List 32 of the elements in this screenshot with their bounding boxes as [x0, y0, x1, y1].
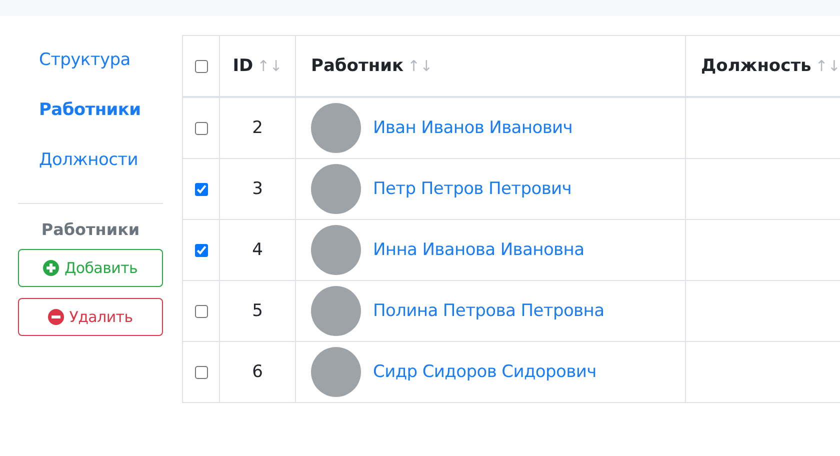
- nav-link[interactable]: Должности: [18, 135, 163, 185]
- id-cell: 2: [252, 118, 263, 138]
- avatar-circle: [311, 103, 361, 153]
- row-checkbox[interactable]: [194, 366, 208, 379]
- id-cell: 4: [252, 240, 263, 260]
- avatar-circle: [311, 347, 361, 397]
- employee-link[interactable]: Иван Иванов Иванович: [373, 118, 573, 138]
- column-header[interactable]: Должность: [701, 56, 812, 76]
- select-all-checkbox[interactable]: [194, 60, 208, 73]
- employee-link[interactable]: Инна Иванова Ивановна: [373, 240, 584, 260]
- row-checkbox[interactable]: [194, 244, 208, 257]
- id-cell: 6: [252, 362, 263, 382]
- add-button[interactable]: Добавить: [18, 249, 163, 287]
- avatar-circle: [311, 225, 361, 275]
- id-cell: 3: [252, 179, 263, 199]
- minus-circle-icon: [48, 309, 64, 325]
- employee-link[interactable]: Петр Петров Петрович: [373, 179, 572, 199]
- column-header[interactable]: Работник: [311, 56, 404, 76]
- nav-link[interactable]: Работники: [18, 85, 163, 135]
- row-checkbox[interactable]: [194, 182, 208, 196]
- nav-link[interactable]: Структура: [18, 35, 163, 85]
- row-checkbox[interactable]: [194, 122, 208, 135]
- column-header[interactable]: ID: [232, 56, 254, 76]
- employee-link[interactable]: Полина Петрова Петровна: [373, 301, 604, 321]
- avatar-circle: [311, 164, 361, 214]
- avatar-circle: [311, 286, 361, 336]
- plus-circle-icon: [43, 260, 60, 276]
- delete-button[interactable]: Удалить: [18, 298, 163, 336]
- employee-link[interactable]: Сидр Сидоров Сидорович: [373, 362, 596, 382]
- row-checkbox[interactable]: [194, 304, 208, 318]
- id-cell: 5: [252, 301, 263, 321]
- section-title: Работники: [40, 220, 141, 239]
